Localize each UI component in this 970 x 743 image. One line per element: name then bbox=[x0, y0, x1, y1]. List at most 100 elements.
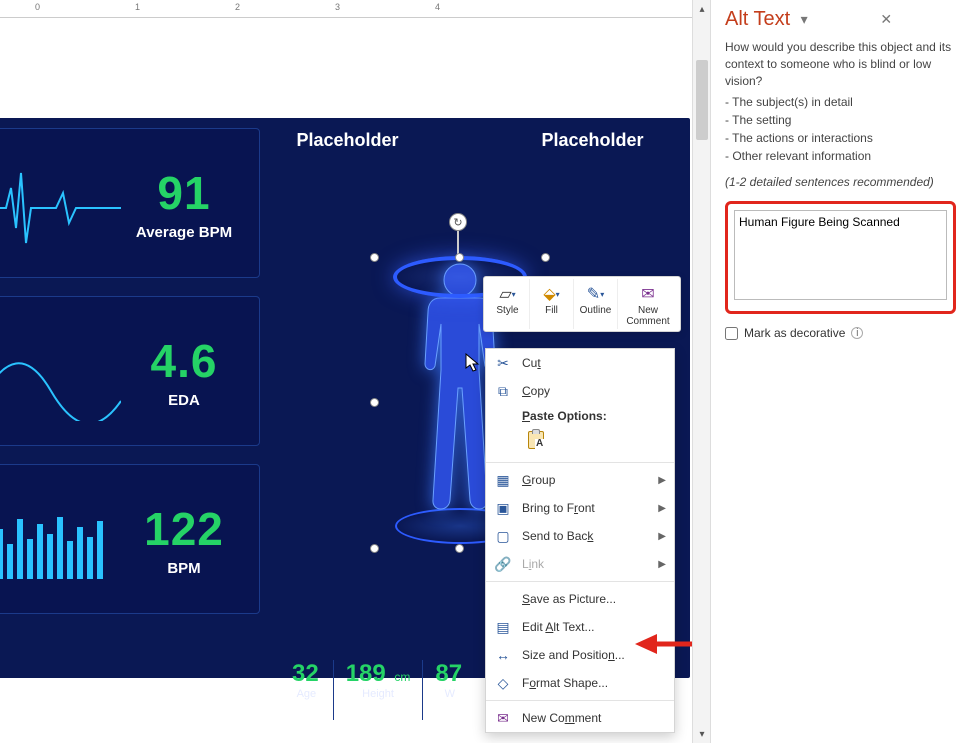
menu-cut-label: Cut bbox=[522, 356, 666, 370]
cut-icon: ✂ bbox=[494, 355, 512, 372]
alt-text-input[interactable] bbox=[734, 210, 947, 300]
alt-text-highlight-box bbox=[725, 201, 956, 314]
menu-send-to-back[interactable]: ▢ Send to Back ▶ bbox=[486, 522, 674, 550]
scroll-up-arrow-icon[interactable]: ▴ bbox=[693, 0, 711, 18]
mark-decorative-checkbox[interactable]: Mark as decorative i bbox=[725, 326, 956, 340]
outline-button[interactable]: ✎▾ Outline bbox=[574, 279, 618, 329]
outline-label: Outline bbox=[576, 305, 615, 316]
metrics-column: 91 Average BPM 4.6 EDA bbox=[0, 128, 260, 632]
resize-handle[interactable] bbox=[455, 544, 464, 553]
new-comment-label: New Comment bbox=[620, 305, 676, 327]
stat-age: 32 Age bbox=[280, 660, 334, 720]
paste-options-label: Paste Options: bbox=[486, 405, 674, 423]
ruler-mark: 4 bbox=[435, 2, 440, 12]
resize-handle[interactable] bbox=[455, 253, 464, 262]
mark-decorative-label: Mark as decorative bbox=[744, 326, 845, 340]
fill-label: Fill bbox=[532, 305, 571, 316]
submenu-arrow-icon: ▶ bbox=[658, 475, 666, 486]
alt-text-bullet: - The setting bbox=[725, 111, 956, 129]
menu-separator bbox=[486, 581, 674, 582]
placeholder-text[interactable]: Placeholder bbox=[515, 130, 670, 151]
metric-label-strong: BPM bbox=[199, 224, 232, 241]
alt-text-icon: ▤ bbox=[494, 619, 512, 636]
alt-text-description: How would you describe this object and i… bbox=[725, 39, 956, 89]
menu-link: 🔗 Link ▶ bbox=[486, 550, 674, 578]
menu-format-shape-label: Format Shape... bbox=[522, 676, 666, 690]
menu-separator bbox=[486, 462, 674, 463]
format-shape-icon: ◇ bbox=[494, 675, 512, 692]
vertical-scrollbar[interactable]: ▴ ▾ bbox=[692, 0, 710, 743]
stat-value: 87 bbox=[435, 660, 462, 687]
menu-new-comment[interactable]: ✉ New Comment bbox=[486, 704, 674, 732]
resize-handle[interactable] bbox=[370, 253, 379, 262]
info-icon[interactable]: i bbox=[851, 327, 863, 339]
resize-handle[interactable] bbox=[370, 398, 379, 407]
placeholder-text[interactable]: Placeholder bbox=[270, 130, 425, 151]
metric-label-strong: BPM bbox=[167, 560, 200, 577]
metric-label-prefix: Average bbox=[136, 224, 199, 241]
menu-save-pic-label: Save as Picture... bbox=[522, 592, 666, 606]
metric-value: 4.6 bbox=[121, 334, 247, 388]
stat-label: W bbox=[435, 688, 464, 700]
horizontal-ruler: 0 1 2 3 4 bbox=[0, 0, 710, 18]
send-back-icon: ▢ bbox=[494, 528, 512, 545]
menu-new-comment-label: New Comment bbox=[522, 711, 666, 725]
copy-icon: ⧉ bbox=[494, 383, 512, 400]
annotation-arrow-icon bbox=[635, 631, 692, 657]
scroll-thumb[interactable] bbox=[696, 60, 708, 140]
metric-card-bpm2[interactable]: 122 BPM bbox=[0, 464, 260, 614]
style-button[interactable]: ▱▾ Style bbox=[486, 279, 530, 329]
resize-handle[interactable] bbox=[370, 544, 379, 553]
clipboard-icon: A bbox=[527, 429, 545, 449]
comment-icon: ✉ bbox=[494, 710, 512, 727]
alt-text-title: Alt Text bbox=[725, 8, 797, 31]
slide-canvas[interactable]: Placeholder Placeholder 91 Average BPM 4… bbox=[0, 18, 692, 743]
paste-options: A bbox=[486, 423, 674, 459]
paste-keep-formatting-button[interactable]: A bbox=[522, 425, 550, 453]
ruler-mark: 2 bbox=[235, 2, 240, 12]
submenu-arrow-icon: ▶ bbox=[658, 559, 666, 570]
ruler-mark: 0 bbox=[35, 2, 40, 12]
metric-card-eda[interactable]: 4.6 EDA bbox=[0, 296, 260, 446]
new-comment-button[interactable]: ✉ New Comment bbox=[618, 279, 678, 329]
stat-unit: cm bbox=[394, 670, 410, 684]
menu-group[interactable]: ▦ Group ▶ bbox=[486, 466, 674, 494]
fill-icon: ⬙▾ bbox=[532, 283, 571, 305]
alt-text-pane: Alt Text ▾ ✕ How would you describe this… bbox=[710, 0, 970, 743]
bars-chart-icon bbox=[0, 489, 121, 589]
rotation-handle[interactable] bbox=[449, 213, 467, 231]
mark-decorative-input[interactable] bbox=[725, 327, 738, 340]
link-icon: 🔗 bbox=[494, 556, 512, 573]
menu-separator bbox=[486, 700, 674, 701]
stat-value: 32 bbox=[292, 660, 319, 687]
metric-label-strong: EDA bbox=[168, 392, 200, 409]
stat-label: Age bbox=[292, 688, 321, 700]
placeholder-row: Placeholder Placeholder bbox=[270, 130, 670, 151]
stat-label: Height bbox=[346, 688, 411, 700]
stat-height: 189 cm Height bbox=[334, 660, 424, 720]
ecg-chart-icon bbox=[0, 153, 121, 253]
menu-format-shape[interactable]: ◇ Format Shape... bbox=[486, 669, 674, 697]
menu-copy[interactable]: ⧉ Copy bbox=[486, 377, 674, 405]
mini-toolbar: ▱▾ Style ⬙▾ Fill ✎▾ Outline ✉ New Commen… bbox=[483, 276, 681, 332]
menu-link-label: Link bbox=[522, 557, 648, 571]
alt-text-bullet: - Other relevant information bbox=[725, 147, 956, 165]
menu-bring-to-front[interactable]: ▣ Bring to Front ▶ bbox=[486, 494, 674, 522]
alt-text-recommendation: (1-2 detailed sentences recommended) bbox=[725, 175, 956, 189]
scroll-down-arrow-icon[interactable]: ▾ bbox=[693, 725, 711, 743]
context-menu: ✂ Cut ⧉ Copy Paste Options: A ▦ Group ▶ … bbox=[485, 348, 675, 733]
ruler-mark: 3 bbox=[335, 2, 340, 12]
ruler-mark: 1 bbox=[135, 2, 140, 12]
menu-copy-label: Copy bbox=[522, 384, 666, 398]
group-icon: ▦ bbox=[494, 472, 512, 489]
metric-value: 91 bbox=[121, 166, 247, 220]
pane-close-icon[interactable]: ✕ bbox=[876, 11, 956, 28]
metric-card-bpm[interactable]: 91 Average BPM bbox=[0, 128, 260, 278]
stat-weight: 87 W bbox=[423, 660, 476, 720]
resize-handle[interactable] bbox=[541, 253, 550, 262]
pane-options-icon[interactable]: ▾ bbox=[797, 11, 877, 28]
menu-send-back-label: Send to Back bbox=[522, 529, 648, 543]
menu-cut[interactable]: ✂ Cut bbox=[486, 349, 674, 377]
fill-button[interactable]: ⬙▾ Fill bbox=[530, 279, 574, 329]
menu-save-as-picture[interactable]: Save as Picture... bbox=[486, 585, 674, 613]
